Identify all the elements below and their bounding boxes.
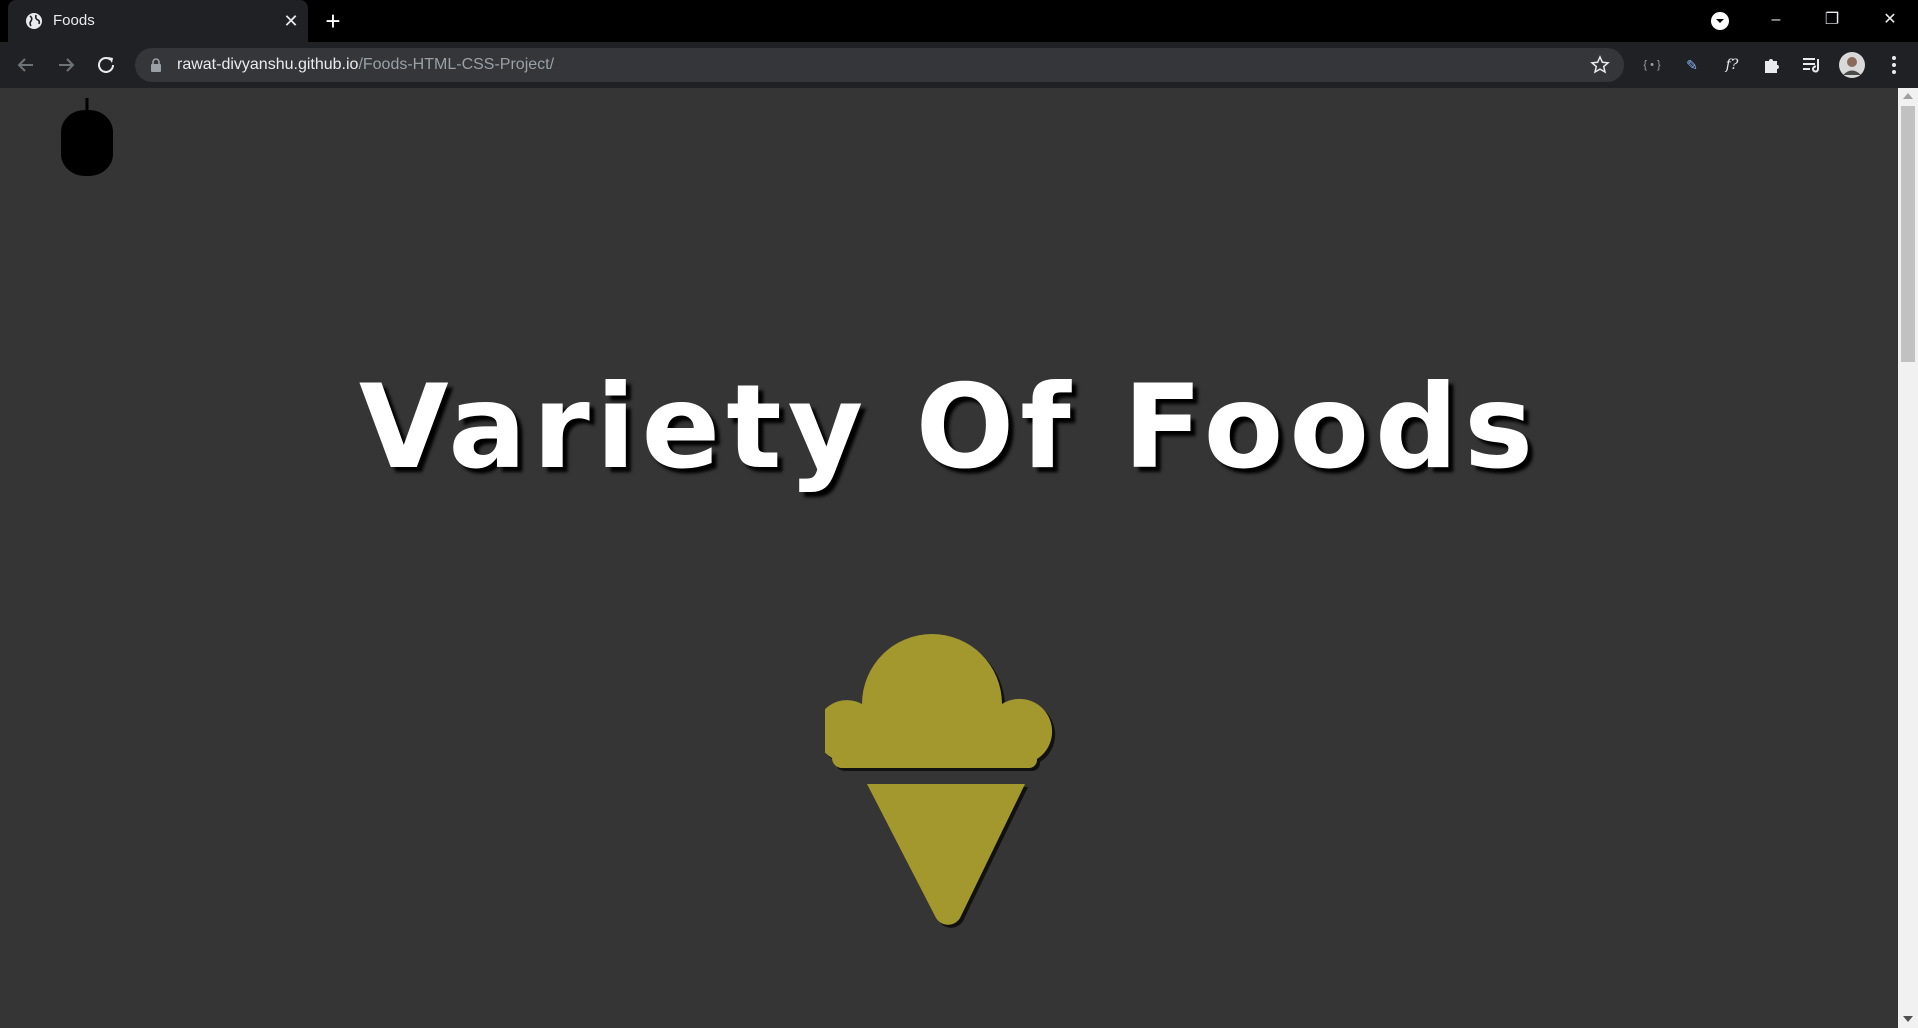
page-viewport: Variety Of Foods	[0, 88, 1898, 1028]
close-window-button[interactable]: ✕	[1862, 0, 1918, 40]
forward-arrow-icon[interactable]	[54, 53, 78, 77]
extension-icon-1[interactable]: { • }	[1640, 53, 1664, 77]
minimize-button[interactable]: –	[1748, 0, 1804, 40]
hero-title: Variety Of Foods	[358, 360, 1540, 495]
new-tab-button[interactable]: +	[322, 8, 344, 34]
extension-icon-3[interactable]: f?	[1720, 53, 1744, 77]
puzzle-extensions-icon[interactable]	[1760, 53, 1784, 77]
extension-icon-2[interactable]: ✎	[1680, 53, 1704, 77]
tab-strip: Foods ✕ + – ❐ ✕	[0, 0, 1918, 42]
back-arrow-icon[interactable]	[14, 53, 38, 77]
url-path: /Foods-HTML-CSS-Project/	[358, 56, 555, 73]
scroll-up-arrow-icon[interactable]	[1903, 93, 1913, 99]
tab-title: Foods	[53, 12, 95, 29]
tab-close-icon[interactable]: ✕	[282, 12, 300, 30]
menu-kebab-icon[interactable]	[1882, 53, 1906, 77]
globe-icon	[26, 13, 42, 29]
scrollbar-thumb[interactable]	[1901, 106, 1915, 362]
url-text[interactable]: rawat-divyanshu.github.io/Foods-HTML-CSS…	[177, 55, 554, 75]
page-scrollbar[interactable]	[1898, 88, 1918, 1028]
ice-cream-icon	[825, 634, 1056, 928]
reload-icon[interactable]	[94, 53, 118, 77]
tab-search-icon[interactable]	[1710, 11, 1730, 31]
address-bar[interactable]: rawat-divyanshu.github.io/Foods-HTML-CSS…	[135, 48, 1624, 82]
lock-icon[interactable]	[149, 58, 163, 72]
tab-foods[interactable]: Foods ✕	[8, 0, 308, 42]
mouse-scroll-icon	[61, 98, 113, 176]
profile-avatar[interactable]	[1838, 51, 1866, 79]
browser-toolbar: rawat-divyanshu.github.io/Foods-HTML-CSS…	[0, 42, 1918, 88]
scroll-down-arrow-icon[interactable]	[1903, 1016, 1913, 1022]
url-host: rawat-divyanshu.github.io	[177, 56, 359, 73]
media-queue-icon[interactable]	[1800, 53, 1824, 77]
bookmark-star-icon[interactable]	[1590, 55, 1610, 75]
restore-button[interactable]: ❐	[1804, 0, 1860, 40]
browser-window: Foods ✕ + – ❐ ✕ rawat-divyanshu.github.i…	[0, 0, 1918, 1028]
